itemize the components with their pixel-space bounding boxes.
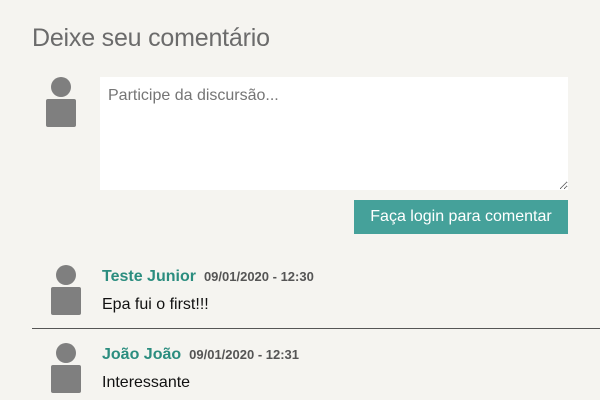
comment-author: João João [102, 346, 182, 363]
comment-text: Interessante [102, 374, 191, 391]
user-avatar-icon [48, 264, 84, 316]
comment-timestamp: 09/01/2020 - 12:31 [189, 347, 300, 362]
section-title: Deixe seu comentário [32, 24, 270, 52]
comment-text: Epa fui o first!!! [102, 296, 209, 313]
user-avatar-icon [43, 76, 79, 128]
comment-input[interactable] [100, 77, 568, 190]
comment-header: João João 09/01/2020 - 12:31 [102, 346, 299, 364]
login-to-comment-button[interactable]: Faça login para comentar [354, 200, 568, 234]
comment-timestamp: 09/01/2020 - 12:30 [203, 269, 314, 284]
comment-header: Teste Junior 09/01/2020 - 12:30 [102, 268, 314, 286]
user-avatar-icon [48, 342, 84, 394]
comment-divider [32, 328, 600, 329]
comment-author: Teste Junior [102, 268, 196, 285]
